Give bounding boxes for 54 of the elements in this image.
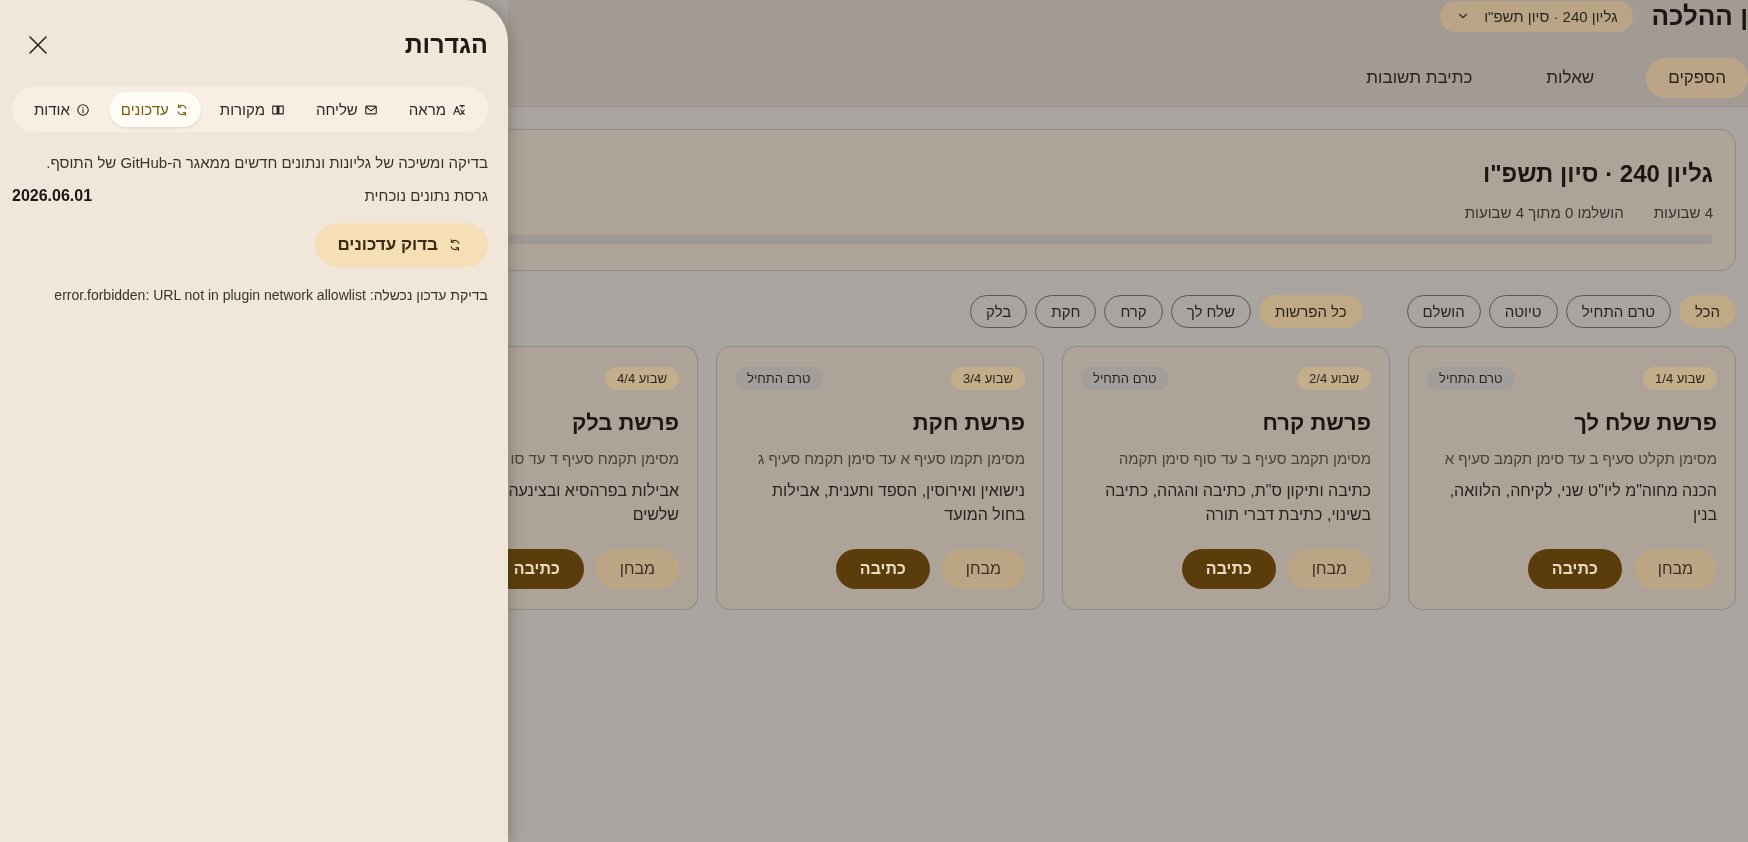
week-badge: שבוע 3/4	[951, 367, 1025, 390]
card-range: מסימן תקמב סעיף ב עד סוף סימן תקמה	[1117, 450, 1371, 467]
week-badge: שבוע 4/4	[605, 367, 679, 390]
write-button[interactable]: כתיבה	[1527, 549, 1622, 589]
write-button[interactable]: כתיבה	[1181, 549, 1276, 589]
card-title: פרשת חקת	[911, 410, 1025, 436]
card-topics: כתיבה ותיקון ס"ת, כתיבה והגהה, כתיבה בשינוי, כתיבת דברי תורה	[1104, 481, 1371, 525]
card-range: מסימן תקלט סעיף ב עד סימן תקמב סעיף א	[1443, 450, 1717, 467]
weeks-count: 4 שבועות	[1653, 204, 1713, 221]
settings-tab[interactable]: אודות	[22, 92, 102, 127]
settings-tab[interactable]: מראה	[396, 92, 478, 127]
settings-tab[interactable]: מקורות	[207, 92, 297, 127]
status-filter-chip[interactable]: הכל	[1678, 295, 1736, 328]
envelope-icon	[363, 102, 378, 117]
card-topics: אבילות בפרהסיא ובצינעה שלשים	[508, 481, 679, 525]
settings-tab[interactable]: שליחה	[303, 92, 390, 127]
nav-tab[interactable]: שאלות	[1524, 58, 1617, 98]
write-button[interactable]: כתיבה	[835, 549, 930, 589]
status-badge: טרם התחיל	[735, 367, 823, 390]
quiz-button[interactable]: מבחן	[1287, 549, 1371, 589]
issue-dropdown[interactable]: גליון 240 · סיון תשפ"ו	[1440, 0, 1634, 32]
refresh-icon	[174, 102, 189, 117]
card-title: פרשת בלק	[570, 410, 679, 436]
quiz-button[interactable]: מבחן	[595, 549, 679, 589]
completion-text: הושלמו 0 מתוך 4 שבועות	[1464, 204, 1624, 221]
status-badge: טרם התחיל	[1427, 367, 1515, 390]
book-icon	[270, 102, 285, 117]
card-title: פרשת שלח לך	[1573, 410, 1717, 436]
settings-tab[interactable]: עדכונים	[108, 92, 201, 127]
card-title: פרשת קרח	[1261, 410, 1371, 436]
parasha-filter-chip[interactable]: כל הפרשות	[1259, 295, 1363, 328]
week-badge: שבוע 1/4	[1643, 367, 1717, 390]
check-updates-button[interactable]: בדוק עדכונים	[315, 223, 488, 267]
card-range: מסימן תקמח סעיף ד עד סו	[509, 450, 679, 467]
info-icon	[75, 102, 90, 117]
refresh-icon	[448, 238, 462, 252]
card-range: מסימן תקמו סעיף א עד סימן תקמח סעיף ג	[757, 450, 1025, 467]
card-topics: הכנה מחוה"מ ליו"ט שני, לקיחה, הלוואה, בנין	[1448, 481, 1717, 525]
version-label: גרסת נתונים נוכחית	[364, 187, 488, 205]
app-title: ן ההלכה	[1651, 0, 1748, 32]
drawer-title: הגדרות	[404, 30, 488, 59]
error-message: בדיקת עדכון נכשלה: error.forbidden: URL not in plugin network allowlist	[53, 287, 488, 303]
summary-title: גליון 240 · סיון תשפ"ו	[1482, 160, 1713, 188]
status-badge: טרם התחיל	[1081, 367, 1169, 390]
week-badge: שבוע 2/4	[1297, 367, 1371, 390]
update-description: בדיקה ומשיכה של גליונות ונתונים חדשים ממאגר ה-GitHub של התוסף.	[45, 154, 488, 171]
nav-tab[interactable]: כתיבת תשובות	[1344, 58, 1495, 98]
version-value: 2026.06.01	[12, 187, 93, 205]
nav-tab[interactable]: הספקים	[1646, 58, 1748, 98]
quiz-button[interactable]: מבחן	[941, 549, 1025, 589]
translate-icon	[452, 102, 466, 117]
card-topics: נישואין ואירוסין, הספד ותענית, אבילות בחול המועד	[771, 481, 1025, 525]
write-button[interactable]: כתיבה	[508, 549, 584, 589]
quiz-button[interactable]: מבחן	[1633, 549, 1717, 589]
